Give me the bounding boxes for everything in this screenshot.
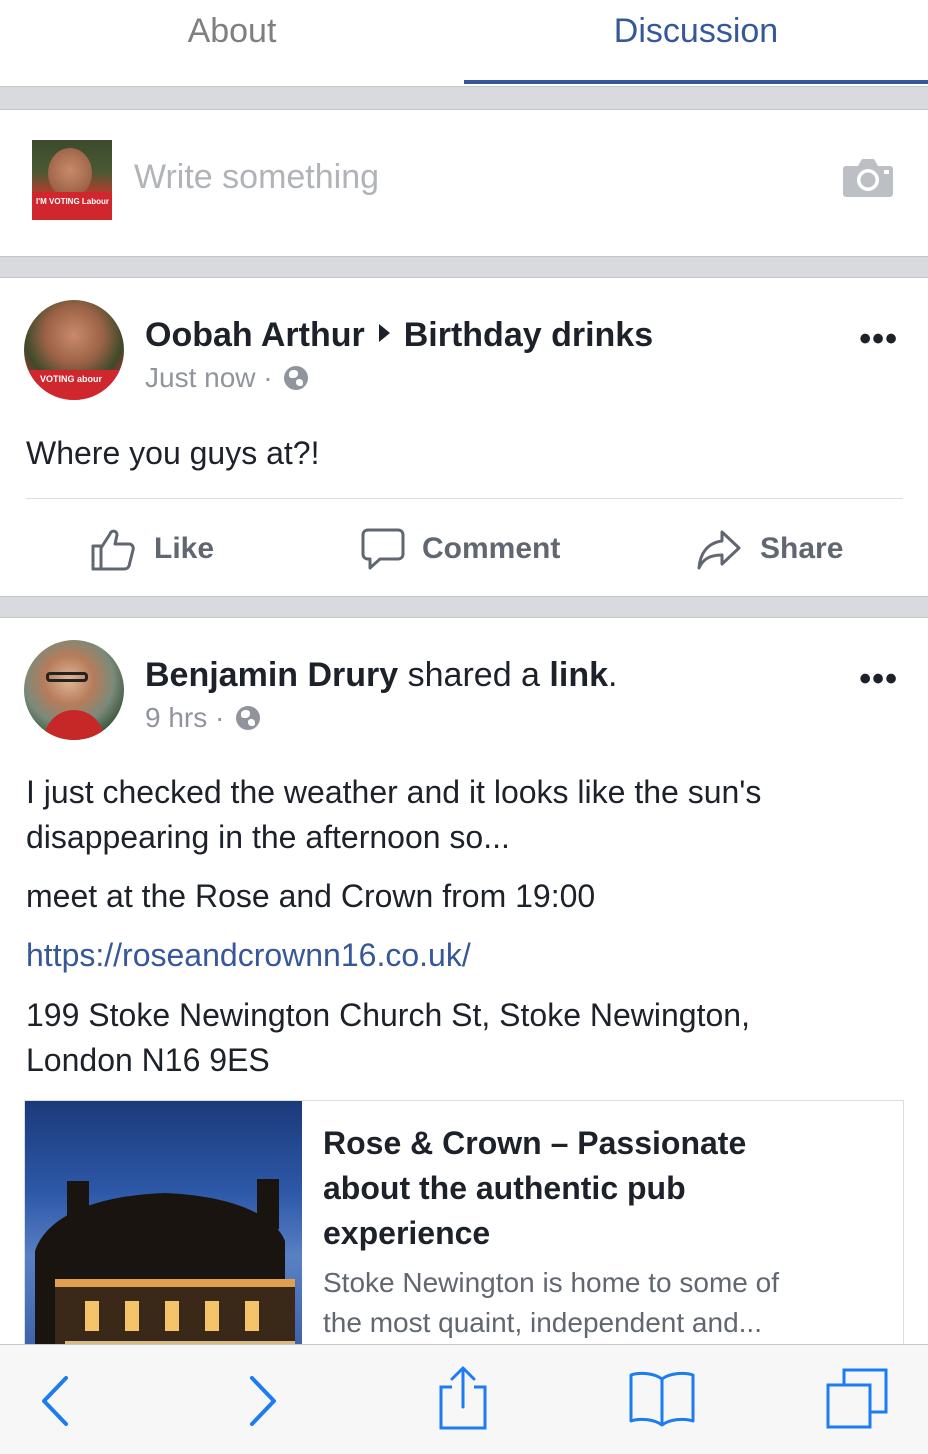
back-icon[interactable] <box>38 1375 72 1427</box>
link-preview-card[interactable]: Rose & Crown – Passionate about the auth… <box>24 1100 904 1360</box>
desc-line: Stoke Newington is home to some of <box>323 1267 780 1298</box>
tab-discussion[interactable]: Discussion <box>464 0 928 86</box>
avatar-badge: I'M VOTING Labour <box>32 192 112 220</box>
link-preview-description: Stoke Newington is home to some of the m… <box>323 1263 893 1343</box>
post-composer: I'M VOTING Labour Write something <box>0 110 928 256</box>
browser-toolbar <box>0 1344 928 1454</box>
comment-label: Comment <box>422 532 561 565</box>
globe-icon <box>236 706 261 730</box>
post-body-line: London N16 9ES <box>26 1042 270 1078</box>
like-button[interactable]: Like <box>90 529 230 572</box>
bookmarks-icon[interactable] <box>628 1369 696 1427</box>
divider <box>26 498 903 499</box>
author-name[interactable]: Oobah Arthur <box>145 316 365 354</box>
post-body-line: I just checked the weather and it looks … <box>26 774 762 810</box>
post-meta: 9 hrs · <box>145 702 261 734</box>
event-name[interactable]: Birthday drinks <box>404 316 653 354</box>
more-options-button[interactable]: ••• <box>859 320 898 359</box>
author-name[interactable]: Benjamin Drury <box>145 656 398 694</box>
like-label: Like <box>154 532 215 565</box>
post-card: VOTING abour Oobah Arthur Birthday drinks… <box>0 278 928 596</box>
share-verb: shared a <box>407 656 540 694</box>
period: . <box>608 656 618 694</box>
share-sheet-icon[interactable] <box>436 1365 490 1431</box>
link-preview-image <box>25 1101 302 1359</box>
avatar[interactable] <box>24 640 124 740</box>
section-divider <box>0 86 928 110</box>
post-timestamp[interactable]: 9 hrs <box>145 702 207 733</box>
post-body-line: disappearing in the afternoon so... <box>26 819 510 855</box>
forward-icon[interactable] <box>246 1375 280 1427</box>
section-divider <box>0 596 928 618</box>
avatar[interactable]: VOTING abour <box>24 300 124 400</box>
section-divider <box>0 256 928 278</box>
share-label: Share <box>760 532 844 565</box>
post-body: Where you guys at?! <box>26 435 320 471</box>
triangle-right-icon <box>378 324 390 342</box>
camera-icon[interactable] <box>842 156 894 198</box>
globe-icon <box>284 366 309 390</box>
shared-object-link[interactable]: link <box>549 656 608 694</box>
avatar: I'M VOTING Labour <box>32 140 112 220</box>
link-preview-title: Rose & Crown – Passionate about the auth… <box>323 1121 893 1256</box>
comment-icon <box>361 528 405 570</box>
post-author-line: Benjamin Drury shared a link. <box>145 656 617 695</box>
post-timestamp[interactable]: Just now <box>145 362 256 393</box>
avatar-badge: VOTING abour <box>30 370 120 400</box>
share-icon <box>697 530 741 570</box>
meta-separator: · <box>215 702 225 733</box>
share-button[interactable]: Share <box>696 530 856 572</box>
tab-bar: About Discussion <box>0 0 928 86</box>
title-line: Rose & Crown – Passionate <box>323 1125 747 1161</box>
more-options-button[interactable]: ••• <box>859 660 898 699</box>
post-author-line: Oobah Arthur Birthday drinks <box>145 316 653 355</box>
title-line: experience <box>323 1215 491 1251</box>
meta-separator: · <box>263 362 273 393</box>
post-meta: Just now · <box>145 362 309 394</box>
post-body-line: 199 Stoke Newington Church St, Stoke New… <box>26 997 750 1033</box>
comment-button[interactable]: Comment <box>360 528 580 572</box>
post-body-line: meet at the Rose and Crown from 19:00 <box>26 878 596 914</box>
tab-about[interactable]: About <box>0 0 464 86</box>
title-line: about the authentic pub <box>323 1170 686 1206</box>
tabs-icon[interactable] <box>824 1367 890 1431</box>
desc-line: the most quaint, independent and... <box>323 1307 762 1338</box>
post-url-link[interactable]: https://roseandcrownn16.co.uk/ <box>26 933 471 978</box>
composer-input[interactable]: Write something <box>134 158 379 197</box>
like-icon <box>91 529 135 571</box>
